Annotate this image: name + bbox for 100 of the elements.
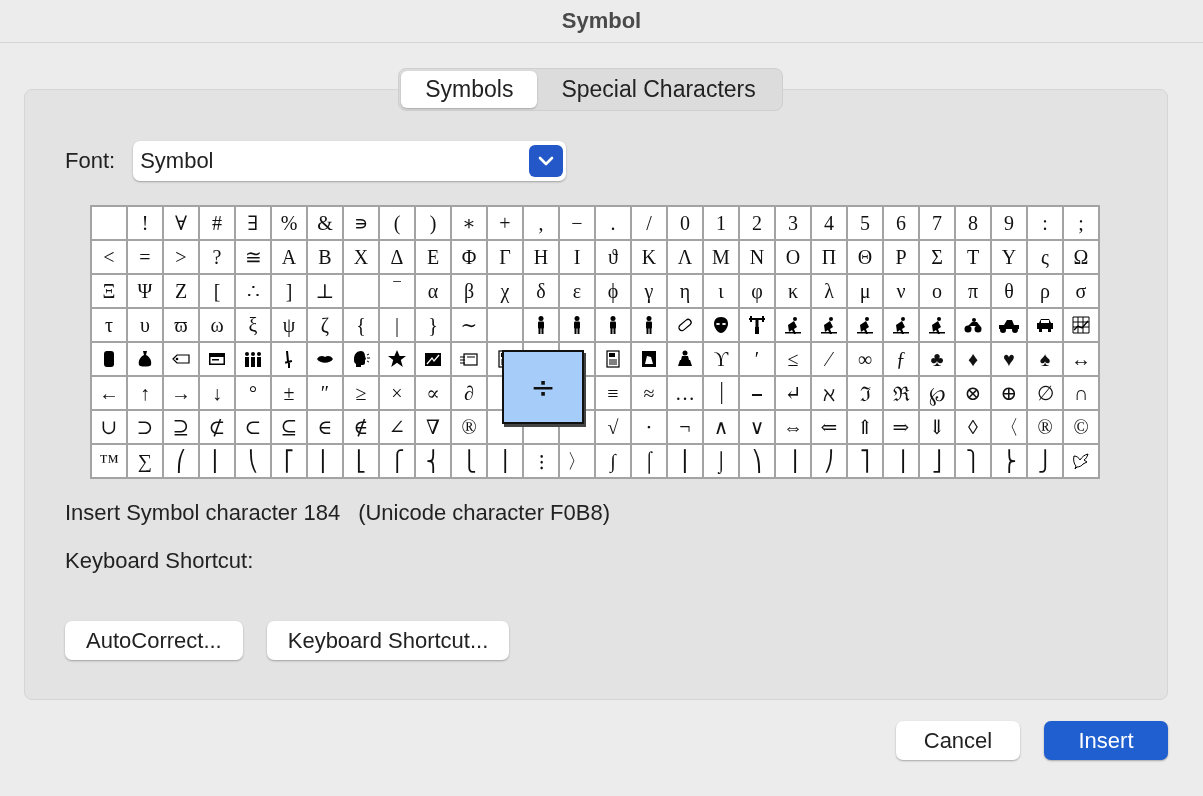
symbol-cell[interactable]: ⇑ — [848, 411, 882, 443]
cancel-button[interactable]: Cancel — [896, 721, 1020, 760]
symbol-cell[interactable]: ψ — [272, 309, 306, 341]
symbol-cell[interactable]: ⎬ — [992, 445, 1026, 477]
symbol-cell[interactable]: ϑ — [596, 241, 630, 273]
symbol-cell[interactable]: ⇓ — [920, 411, 954, 443]
symbol-cell[interactable]: ← — [92, 377, 126, 409]
symbol-cell[interactable]: ↔ — [1064, 343, 1098, 375]
symbol-cell[interactable]: ⎪ — [488, 445, 522, 477]
symbol-cell[interactable]: ∫ — [596, 445, 630, 477]
symbol-cell[interactable]: Ω — [1064, 241, 1098, 273]
symbol-cell[interactable]: ♥ — [992, 343, 1026, 375]
symbol-cell[interactable]: ο — [920, 275, 954, 307]
symbol-cell[interactable]: ′ — [740, 343, 774, 375]
symbol-cell[interactable]: # — [200, 207, 234, 239]
symbol-cell[interactable]: 5 — [848, 207, 882, 239]
symbol-cell[interactable]: Μ — [704, 241, 738, 273]
symbol-cell[interactable]: κ — [776, 275, 810, 307]
symbol-cell[interactable]: Ζ — [164, 275, 198, 307]
symbol-cell[interactable]: Ε — [416, 241, 450, 273]
symbol-cell[interactable]: − — [560, 207, 594, 239]
symbol-cell[interactable]: ♦ — [956, 343, 990, 375]
symbol-cell[interactable]: ⋅ — [632, 411, 666, 443]
symbol-cell[interactable]: Χ — [344, 241, 378, 273]
symbol-cell[interactable]: ∀ — [164, 207, 198, 239]
symbol-cell[interactable]: ≈ — [632, 377, 666, 409]
symbol-cell[interactable]: ρ — [1028, 275, 1062, 307]
symbol-cell[interactable]: ℵ — [812, 377, 846, 409]
symbol-cell[interactable]: ® — [1028, 411, 1062, 443]
symbol-cell[interactable]: ι — [704, 275, 738, 307]
symbol-cell[interactable]: ♠ — [1028, 343, 1062, 375]
symbol-cell[interactable]: γ — [632, 275, 666, 307]
symbol-cell[interactable]: ⎠ — [812, 445, 846, 477]
symbol-cell[interactable]: ⎯ — [740, 377, 774, 409]
symbol-cell[interactable]: ϒ — [704, 343, 738, 375]
symbol-cell[interactable]: ∍ — [344, 207, 378, 239]
symbol-cell[interactable]: θ — [992, 275, 1026, 307]
symbol-cell[interactable]: ε — [560, 275, 594, 307]
symbol-cell[interactable]: ∗ — [452, 207, 486, 239]
symbol-cell[interactable]: ≥ — [344, 377, 378, 409]
symbol-cell[interactable]: ∂ — [452, 377, 486, 409]
symbol-cell[interactable]: Δ — [380, 241, 414, 273]
symbol-cell[interactable]: η — [668, 275, 702, 307]
symbol-cell[interactable]: Υ — [992, 241, 1026, 273]
tab[interactable]: Symbols — [401, 71, 538, 108]
symbol-cell[interactable]: ⎜ — [200, 445, 234, 477]
symbol-cell[interactable]: χ — [488, 275, 522, 307]
symbol-cell[interactable]: τ — [92, 309, 126, 341]
symbol-cell[interactable]: > — [164, 241, 198, 273]
symbol-cell[interactable]: × — [380, 377, 414, 409]
symbol-cell[interactable]: ς — [1028, 241, 1062, 273]
symbol-cell[interactable]: ∞ — [848, 343, 882, 375]
symbol-cell[interactable]: ⌡ — [704, 445, 738, 477]
symbol-cell[interactable]: ⎟ — [776, 445, 810, 477]
symbol-cell[interactable]: 〉 — [560, 445, 594, 477]
symbol-cell[interactable]: ℑ — [848, 377, 882, 409]
symbol-cell[interactable]: ⎢ — [308, 445, 342, 477]
symbol-cell[interactable]: ¬ — [668, 411, 702, 443]
symbol-cell[interactable]: ⎫ — [956, 445, 990, 477]
symbol-cell[interactable]: ® — [452, 411, 486, 443]
symbol-cell[interactable]: Τ — [956, 241, 990, 273]
symbol-cell[interactable]: ⇒ — [884, 411, 918, 443]
symbol-cell[interactable]: Ο — [776, 241, 810, 273]
symbol-cell[interactable]: ? — [200, 241, 234, 273]
symbol-cell[interactable]: ‾ — [380, 275, 414, 307]
symbol-cell[interactable]: . — [596, 207, 630, 239]
symbol-cell[interactable]: Α — [272, 241, 306, 273]
symbol-cell[interactable]: λ — [812, 275, 846, 307]
symbol-cell[interactable]: ♣ — [920, 343, 954, 375]
symbol-cell[interactable]: σ — [1064, 275, 1098, 307]
symbol-cell[interactable]: 1 — [704, 207, 738, 239]
symbol-cell[interactable]: & — [308, 207, 342, 239]
symbol-cell[interactable]: Λ — [668, 241, 702, 273]
symbol-cell[interactable]: Θ — [848, 241, 882, 273]
symbol-cell[interactable]: ∠ — [380, 411, 414, 443]
symbol-cell[interactable]: Κ — [632, 241, 666, 273]
symbol-cell[interactable]: Π — [812, 241, 846, 273]
symbol-cell[interactable]: ∅ — [1028, 377, 1062, 409]
symbol-cell[interactable]: 3 — [776, 207, 810, 239]
symbol-cell[interactable]: ℘ — [920, 377, 954, 409]
symbol-cell[interactable]: β — [452, 275, 486, 307]
symbol-cell[interactable]: 0 — [668, 207, 702, 239]
symbol-cell[interactable]: Ν — [740, 241, 774, 273]
symbol-cell[interactable]: ™ — [92, 445, 126, 477]
symbol-cell[interactable]: ∑ — [128, 445, 162, 477]
symbol-cell[interactable]: ζ — [308, 309, 342, 341]
panel-button[interactable]: Keyboard Shortcut... — [266, 621, 510, 660]
symbol-cell[interactable]: ƒ — [884, 343, 918, 375]
symbol-cell[interactable]: π — [956, 275, 990, 307]
symbol-cell[interactable]: [ — [200, 275, 234, 307]
symbol-cell[interactable]: ℜ — [884, 377, 918, 409]
symbol-cell[interactable]: ⎩ — [452, 445, 486, 477]
symbol-cell[interactable]: ∈ — [308, 411, 342, 443]
symbol-cell[interactable]: ⎡ — [272, 445, 306, 477]
tab[interactable]: Special Characters — [537, 71, 780, 108]
symbol-cell[interactable]: : — [1028, 207, 1062, 239]
font-dropdown[interactable]: Symbol — [133, 141, 567, 181]
symbol-cell[interactable]: 8 — [956, 207, 990, 239]
symbol-cell[interactable]: ≅ — [236, 241, 270, 273]
symbol-cell[interactable]: ° — [236, 377, 270, 409]
